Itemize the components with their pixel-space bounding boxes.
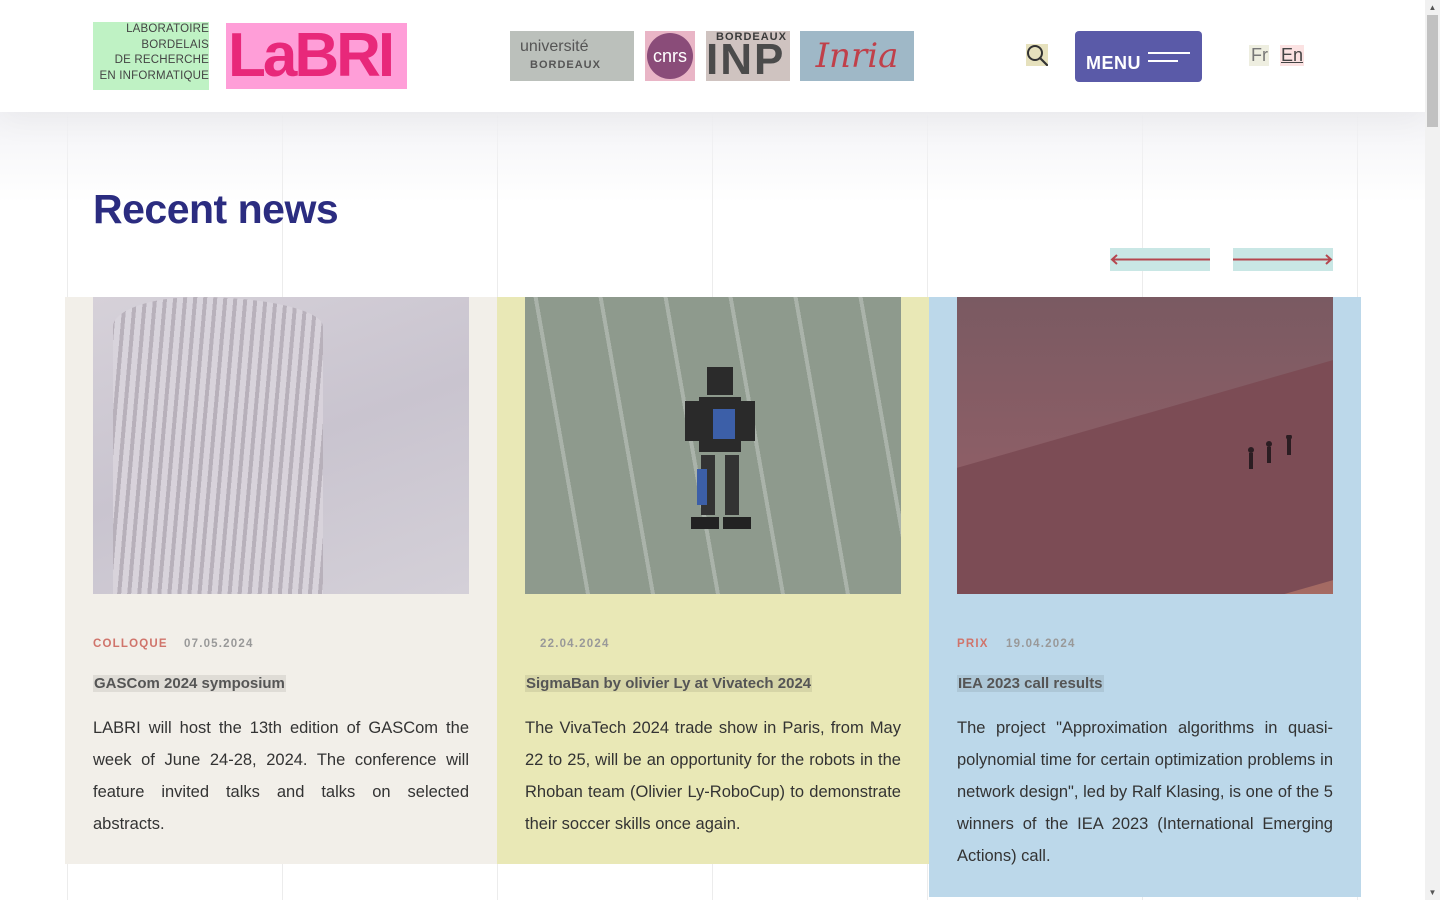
- menu-button[interactable]: MENU: [1075, 31, 1202, 82]
- search-icon: [1026, 44, 1048, 66]
- news-image[interactable]: [957, 297, 1333, 594]
- scrollbar-thumb[interactable]: [1427, 15, 1438, 127]
- lab-name-line: DE RECHERCHE: [114, 54, 209, 66]
- news-title-link[interactable]: GASCom 2024 symposium: [93, 675, 286, 692]
- scroll-up-icon[interactable]: ▲: [1425, 0, 1440, 15]
- news-card[interactable]: COLLOQUE 07.05.2024 GASCom 2024 symposiu…: [65, 297, 497, 864]
- hikers-illustration: [1248, 435, 1292, 469]
- partner-inria-link[interactable]: Inria: [800, 31, 914, 81]
- carousel-next-button[interactable]: [1233, 248, 1333, 271]
- inp-logo-text: INP: [706, 35, 786, 82]
- news-card[interactable]: 22.04.2024 SigmaBan by olivier Ly at Viv…: [497, 297, 929, 864]
- menu-label: MENU: [1086, 53, 1141, 73]
- partner-universite-bordeaux-link[interactable]: université BORDEAUX: [510, 31, 634, 81]
- news-category[interactable]: PRIX: [957, 638, 989, 650]
- news-image[interactable]: [525, 297, 901, 594]
- lang-en-link[interactable]: En: [1280, 45, 1305, 66]
- news-summary: The VivaTech 2024 trade show in Paris, f…: [525, 719, 901, 833]
- partner-bordeaux-inp-link[interactable]: BORDEAUX INP: [706, 31, 790, 81]
- ubx-logo-text: université: [520, 38, 589, 55]
- ubx-logo-subtext: BORDEAUX: [530, 59, 601, 71]
- site-header: LABORATOIRE BORDELAIS DE RECHERCHE EN IN…: [0, 0, 1425, 112]
- labri-logo-link[interactable]: LaBRI: [226, 23, 407, 89]
- lab-name-line: BORDELAIS: [141, 38, 209, 51]
- partner-cnrs-link[interactable]: cnrs: [645, 31, 695, 81]
- news-summary: LABRI will host the 13th edition of GASC…: [93, 719, 469, 833]
- news-date: 19.04.2024: [1006, 638, 1076, 650]
- lab-name-link[interactable]: LABORATOIRE BORDELAIS DE RECHERCHE EN IN…: [93, 22, 209, 90]
- cnrs-logo: cnrs: [647, 33, 693, 79]
- news-category[interactable]: COLLOQUE: [93, 638, 168, 650]
- section-title: Recent news: [93, 186, 339, 232]
- inria-logo: Inria: [815, 36, 899, 76]
- news-image[interactable]: [93, 297, 469, 594]
- lang-fr-link[interactable]: Fr: [1249, 45, 1269, 66]
- news-date: 22.04.2024: [540, 638, 610, 650]
- page: LABORATOIRE BORDELAIS DE RECHERCHE EN IN…: [0, 0, 1440, 900]
- news-title-link[interactable]: SigmaBan by olivier Ly at Vivatech 2024: [525, 675, 813, 692]
- lab-name-line: EN INFORMATIQUE: [99, 69, 209, 82]
- news-card[interactable]: PRIX 19.04.2024 IEA 2023 call results Th…: [929, 297, 1361, 897]
- news-date: 07.05.2024: [184, 638, 254, 650]
- robot-illustration: [685, 367, 755, 529]
- news-title-link[interactable]: IEA 2023 call results: [957, 675, 1104, 692]
- lab-name-line: LABORATOIRE: [126, 23, 209, 35]
- carousel-prev-button[interactable]: [1110, 248, 1210, 271]
- labri-logo: LaBRI: [228, 21, 395, 90]
- scroll-down-icon[interactable]: ▼: [1425, 885, 1440, 900]
- hamburger-icon: [1148, 52, 1190, 64]
- news-summary: The project "Approximation algorithms in…: [957, 719, 1333, 865]
- page-scrollbar[interactable]: ▲ ▼: [1425, 0, 1440, 900]
- search-button[interactable]: [1026, 44, 1048, 66]
